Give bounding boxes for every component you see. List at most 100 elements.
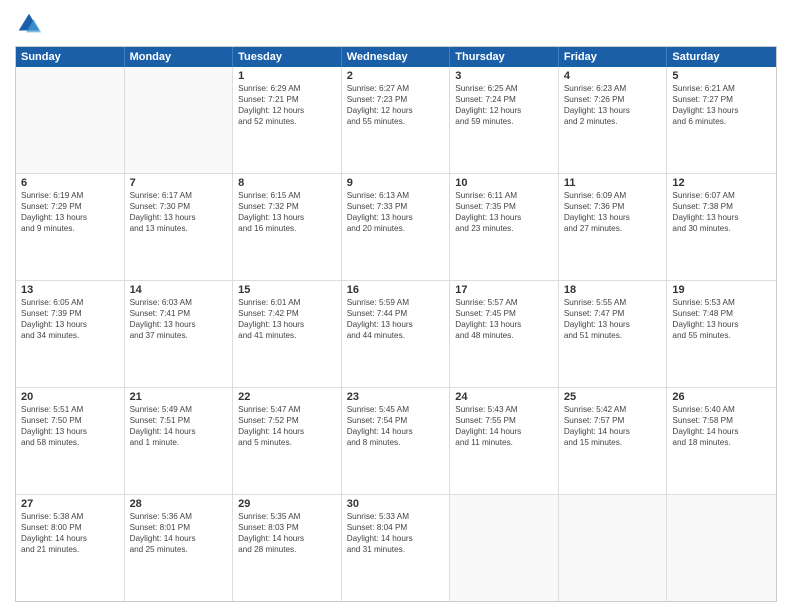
cell-line: and 55 minutes. [347, 116, 445, 127]
cell-line: Sunrise: 5:59 AM [347, 297, 445, 308]
cell-line: Sunrise: 5:57 AM [455, 297, 553, 308]
cell-line: Sunset: 7:57 PM [564, 415, 662, 426]
cell-line: Sunrise: 6:25 AM [455, 83, 553, 94]
day-number: 25 [564, 391, 662, 403]
cell-line: Daylight: 14 hours [455, 426, 553, 437]
cell-line: Sunrise: 5:38 AM [21, 511, 119, 522]
cell-line: and 18 minutes. [672, 437, 771, 448]
cell-line: Daylight: 13 hours [130, 212, 228, 223]
calendar-cell-4-5 [559, 495, 668, 601]
day-number: 5 [672, 70, 771, 82]
cell-line: and 5 minutes. [238, 437, 336, 448]
day-number: 11 [564, 177, 662, 189]
calendar-cell-0-0 [16, 67, 125, 173]
cell-line: Sunrise: 6:13 AM [347, 190, 445, 201]
calendar-cell-1-0: 6Sunrise: 6:19 AMSunset: 7:29 PMDaylight… [16, 174, 125, 280]
calendar-cell-3-4: 24Sunrise: 5:43 AMSunset: 7:55 PMDayligh… [450, 388, 559, 494]
cell-line: and 21 minutes. [21, 544, 119, 555]
cell-line: and 27 minutes. [564, 223, 662, 234]
day-number: 1 [238, 70, 336, 82]
cell-line: Sunset: 7:32 PM [238, 201, 336, 212]
cell-line: and 30 minutes. [672, 223, 771, 234]
cell-line: Daylight: 14 hours [238, 426, 336, 437]
cell-line: and 2 minutes. [564, 116, 662, 127]
cell-line: Daylight: 12 hours [238, 105, 336, 116]
day-number: 14 [130, 284, 228, 296]
calendar-cell-4-4 [450, 495, 559, 601]
day-number: 19 [672, 284, 771, 296]
calendar-cell-1-3: 9Sunrise: 6:13 AMSunset: 7:33 PMDaylight… [342, 174, 451, 280]
calendar-cell-2-6: 19Sunrise: 5:53 AMSunset: 7:48 PMDayligh… [667, 281, 776, 387]
cell-line: Daylight: 13 hours [347, 319, 445, 330]
cell-line: and 25 minutes. [130, 544, 228, 555]
day-number: 27 [21, 498, 119, 510]
weekday-header-saturday: Saturday [667, 47, 776, 67]
calendar-cell-4-3: 30Sunrise: 5:33 AMSunset: 8:04 PMDayligh… [342, 495, 451, 601]
cell-line: Sunset: 7:29 PM [21, 201, 119, 212]
day-number: 26 [672, 391, 771, 403]
cell-line: Daylight: 13 hours [564, 105, 662, 116]
calendar-row-1: 6Sunrise: 6:19 AMSunset: 7:29 PMDaylight… [16, 174, 776, 281]
cell-line: Daylight: 14 hours [347, 533, 445, 544]
cell-line: Sunrise: 6:23 AM [564, 83, 662, 94]
cell-line: and 34 minutes. [21, 330, 119, 341]
cell-line: Sunset: 7:21 PM [238, 94, 336, 105]
calendar-cell-2-5: 18Sunrise: 5:55 AMSunset: 7:47 PMDayligh… [559, 281, 668, 387]
cell-line: and 23 minutes. [455, 223, 553, 234]
cell-line: and 20 minutes. [347, 223, 445, 234]
cell-line: and 11 minutes. [455, 437, 553, 448]
cell-line: Sunrise: 5:53 AM [672, 297, 771, 308]
day-number: 9 [347, 177, 445, 189]
calendar-cell-1-6: 12Sunrise: 6:07 AMSunset: 7:38 PMDayligh… [667, 174, 776, 280]
cell-line: Daylight: 14 hours [21, 533, 119, 544]
cell-line: Sunrise: 5:49 AM [130, 404, 228, 415]
calendar-cell-4-6 [667, 495, 776, 601]
cell-line: Sunrise: 5:45 AM [347, 404, 445, 415]
cell-line: and 16 minutes. [238, 223, 336, 234]
weekday-header-wednesday: Wednesday [342, 47, 451, 67]
cell-line: and 1 minute. [130, 437, 228, 448]
weekday-header-tuesday: Tuesday [233, 47, 342, 67]
cell-line: Sunset: 7:42 PM [238, 308, 336, 319]
day-number: 20 [21, 391, 119, 403]
day-number: 4 [564, 70, 662, 82]
cell-line: Sunrise: 6:05 AM [21, 297, 119, 308]
cell-line: Sunset: 7:23 PM [347, 94, 445, 105]
calendar-row-4: 27Sunrise: 5:38 AMSunset: 8:00 PMDayligh… [16, 495, 776, 601]
calendar-cell-3-3: 23Sunrise: 5:45 AMSunset: 7:54 PMDayligh… [342, 388, 451, 494]
calendar-cell-1-5: 11Sunrise: 6:09 AMSunset: 7:36 PMDayligh… [559, 174, 668, 280]
cell-line: Sunset: 7:50 PM [21, 415, 119, 426]
day-number: 24 [455, 391, 553, 403]
day-number: 29 [238, 498, 336, 510]
weekday-header-thursday: Thursday [450, 47, 559, 67]
cell-line: Sunrise: 6:17 AM [130, 190, 228, 201]
cell-line: and 8 minutes. [347, 437, 445, 448]
cell-line: Sunset: 7:54 PM [347, 415, 445, 426]
calendar-cell-2-0: 13Sunrise: 6:05 AMSunset: 7:39 PMDayligh… [16, 281, 125, 387]
calendar-row-2: 13Sunrise: 6:05 AMSunset: 7:39 PMDayligh… [16, 281, 776, 388]
calendar-row-0: 1Sunrise: 6:29 AMSunset: 7:21 PMDaylight… [16, 67, 776, 174]
cell-line: Sunset: 7:47 PM [564, 308, 662, 319]
day-number: 16 [347, 284, 445, 296]
cell-line: Sunset: 7:27 PM [672, 94, 771, 105]
day-number: 22 [238, 391, 336, 403]
cell-line: Sunset: 8:03 PM [238, 522, 336, 533]
day-number: 21 [130, 391, 228, 403]
cell-line: Sunset: 7:48 PM [672, 308, 771, 319]
cell-line: Sunset: 7:26 PM [564, 94, 662, 105]
cell-line: Sunrise: 5:55 AM [564, 297, 662, 308]
weekday-header-monday: Monday [125, 47, 234, 67]
cell-line: Sunrise: 5:47 AM [238, 404, 336, 415]
cell-line: and 58 minutes. [21, 437, 119, 448]
calendar-header: SundayMondayTuesdayWednesdayThursdayFrid… [16, 47, 776, 67]
cell-line: Sunset: 7:41 PM [130, 308, 228, 319]
cell-line: and 15 minutes. [564, 437, 662, 448]
header [15, 10, 777, 38]
logo-icon [15, 10, 43, 38]
cell-line: and 55 minutes. [672, 330, 771, 341]
cell-line: Daylight: 13 hours [455, 212, 553, 223]
cell-line: Sunset: 7:52 PM [238, 415, 336, 426]
cell-line: Daylight: 13 hours [238, 319, 336, 330]
day-number: 28 [130, 498, 228, 510]
cell-line: Sunset: 7:51 PM [130, 415, 228, 426]
